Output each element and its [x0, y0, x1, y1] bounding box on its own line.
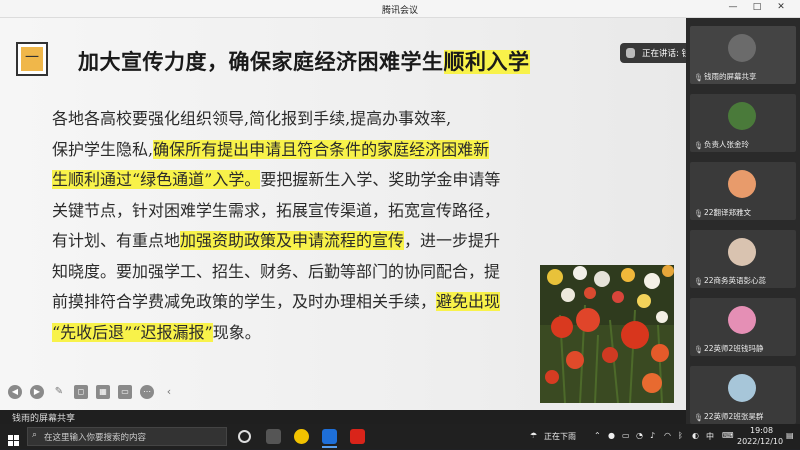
- tray-expand-icon[interactable]: ⌃: [594, 431, 601, 440]
- mic-icon: 🎙: [694, 277, 704, 286]
- highlighted-text: “先收后退”“迟报漏报”: [52, 322, 213, 342]
- highlighted-text: 生顺利通过“绿色通道”入学。: [52, 170, 261, 189]
- participant-name: 22英师2班张昊群: [704, 412, 764, 421]
- participant-name: 22商务英语彭心蕊: [704, 276, 767, 285]
- search-icon: ⌕: [32, 430, 38, 440]
- more-icon[interactable]: ⋯: [140, 385, 154, 399]
- body-text-segment: ，进一步提升: [404, 231, 501, 250]
- avatar: [728, 306, 756, 334]
- wifi-icon[interactable]: ◠: [664, 431, 671, 440]
- minimize-icon[interactable]: —: [725, 2, 741, 12]
- avatar: [728, 238, 756, 266]
- participant-name: 钱雨的屏幕共享: [704, 72, 757, 81]
- participant-tile[interactable]: 🎙 22英师2班张昊群: [690, 366, 796, 424]
- body-text-segment: 各地各高校要强化组织领导,简化报到手续,提高办事效率,: [52, 109, 452, 128]
- body-line: 生顺利通过“绿色通道”入学。要把握新生入学、奖助学金申请等: [52, 165, 542, 196]
- tray-app-icon[interactable]: ●: [608, 431, 615, 440]
- body-line: 知晓度。要加强学工、招生、财务、后勤等部门的协同配合，提: [52, 257, 542, 288]
- shared-slide: 一 加大宣传力度，确保家庭经济困难学生顺利入学 各地各高校要强化组织领导,简化报…: [0, 18, 686, 410]
- volume-icon[interactable]: ♪: [650, 431, 655, 440]
- slide-body-text: 各地各高校要强化组织领导,简化报到手续,提高办事效率, 保护学生隐私,确保所有提出…: [52, 104, 542, 348]
- body-text-segment: 要把握新生入学、奖助学金申请等: [260, 170, 501, 189]
- clock-date[interactable]: 2022/12/10: [737, 437, 783, 446]
- body-line: 关键节点，针对困难学生需求，拓展宣传渠道，拓宽宣传路径，: [52, 196, 542, 227]
- body-line: 有计划、有重点地加强资助政策及申请流程的宣传，进一步提升: [52, 226, 542, 257]
- close-icon[interactable]: ✕: [773, 2, 789, 12]
- body-text-segment: 有计划、有重点地: [52, 231, 181, 250]
- mic-icon: 🎙: [694, 345, 704, 354]
- speaker-avatar-icon: [626, 48, 635, 58]
- participant-tile[interactable]: 🎙 22翻译郑雅文: [690, 162, 796, 220]
- screen-share-bar: 钱雨的屏幕共享: [0, 410, 686, 424]
- participant-name: 22英师2班钱玛静: [704, 344, 764, 353]
- task-view-icon[interactable]: [266, 429, 281, 444]
- mic-icon: 🎙: [694, 413, 704, 422]
- weather-icon: ☂: [530, 431, 538, 440]
- body-line: 前摸排符合学费减免政策的学生，及时办理相关手续，避免出现: [52, 287, 542, 318]
- body-line: 各地各高校要强化组织领导,简化报到手续,提高办事效率,: [52, 104, 542, 135]
- slide-heading: 加大宣传力度，确保家庭经济困难学生顺利入学: [78, 46, 530, 76]
- ime-icon[interactable]: ⌨: [722, 431, 734, 440]
- window-title: 腾讯会议: [381, 6, 418, 16]
- input-language[interactable]: 中: [706, 431, 714, 442]
- body-line: 保护学生隐私,确保所有提出申请且符合条件的家庭经济困难新: [52, 135, 542, 166]
- body-text-segment: 保护学生隐私,: [52, 139, 154, 159]
- next-icon[interactable]: ▶: [30, 385, 44, 399]
- active-app-indicator: [322, 446, 337, 448]
- window-titlebar: 腾讯会议 — □ ✕: [0, 0, 800, 18]
- prev-icon[interactable]: ◀: [8, 385, 22, 399]
- body-line: “先收后退”“迟报漏报”现象。: [52, 318, 542, 349]
- avatar: [728, 170, 756, 198]
- windows-taskbar: ⌕ 在这里输入你要搜索的内容 ☂ 正在下雨 ⌃ ● ▭ ◔ ♪ ◠ ᛒ ◐ 中 …: [0, 424, 800, 449]
- screenshot-icon[interactable]: ◻: [74, 385, 88, 399]
- network-icon[interactable]: ◔: [636, 431, 643, 440]
- screen-share-label: 钱雨的屏幕共享: [12, 414, 76, 424]
- mic-icon: 🎙: [694, 141, 704, 150]
- clock-time[interactable]: 19:08: [750, 426, 773, 435]
- participant-tile[interactable]: 🎙 22商务英语彭心蕊: [690, 230, 796, 288]
- collapse-icon[interactable]: ‹: [162, 385, 176, 399]
- avatar: [728, 374, 756, 402]
- body-text-segment: 现象。: [212, 322, 261, 342]
- highlighted-text: 确保所有提出申请且符合条件的家庭经济困难新: [153, 139, 490, 159]
- bluetooth-icon[interactable]: ᛒ: [678, 431, 683, 440]
- avatar: [728, 102, 756, 130]
- search-placeholder: 在这里输入你要搜索的内容: [44, 433, 147, 443]
- highlighted-text: 加强资助政策及申请流程的宣传: [180, 231, 405, 250]
- wps-icon[interactable]: [350, 429, 365, 444]
- body-text-segment: 前摸排符合学费减免政策的学生，及时办理相关手续，: [52, 292, 437, 311]
- body-text-segment: 关键节点，针对困难学生需求，拓展宣传渠道，拓宽宣传路径，: [52, 200, 501, 220]
- comment-icon[interactable]: ▭: [118, 385, 132, 399]
- participant-name: 负责人张金玲: [704, 140, 749, 149]
- heading-highlight: 顺利入学: [443, 50, 530, 74]
- taskbar-search-box[interactable]: ⌕ 在这里输入你要搜索的内容: [27, 427, 227, 446]
- qq-icon[interactable]: [294, 429, 309, 444]
- ime-mode-icon[interactable]: ◐: [692, 431, 699, 440]
- mic-icon: 🎙: [694, 73, 704, 82]
- cortana-icon[interactable]: [238, 430, 251, 443]
- tencent-meeting-icon[interactable]: [322, 429, 337, 444]
- participant-tile[interactable]: 🎙 钱雨的屏幕共享: [690, 26, 796, 84]
- pen-icon[interactable]: ✎: [52, 385, 66, 399]
- avatar: [728, 34, 756, 62]
- participant-name: 22翻译郑雅文: [704, 208, 752, 217]
- windows-start-icon[interactable]: [8, 431, 19, 446]
- section-number: 一: [21, 47, 43, 71]
- annotation-toolbar: ◀ ▶ ✎ ◻ ▦ ▭ ⋯ ‹: [0, 378, 190, 408]
- section-number-box: 一: [16, 42, 48, 76]
- participant-tile[interactable]: 🎙 负责人张金玲: [690, 94, 796, 152]
- maximize-icon[interactable]: □: [749, 2, 765, 12]
- gallery-icon[interactable]: ▦: [96, 385, 110, 399]
- flower-photo: [540, 265, 674, 403]
- highlighted-text: 避免出现: [436, 292, 501, 311]
- heading-text: 加大宣传力度，确保家庭经济困难学生: [78, 50, 444, 74]
- mic-icon: 🎙: [694, 209, 704, 218]
- weather-status: 正在下雨: [544, 432, 576, 441]
- body-text-segment: 知晓度。要加强学工、招生、财务、后勤等部门的协同配合，提: [52, 261, 501, 281]
- notification-icon[interactable]: ▤: [786, 431, 794, 440]
- battery-icon[interactable]: ▭: [622, 431, 630, 440]
- participant-tile[interactable]: 🎙 22英师2班钱玛静: [690, 298, 796, 356]
